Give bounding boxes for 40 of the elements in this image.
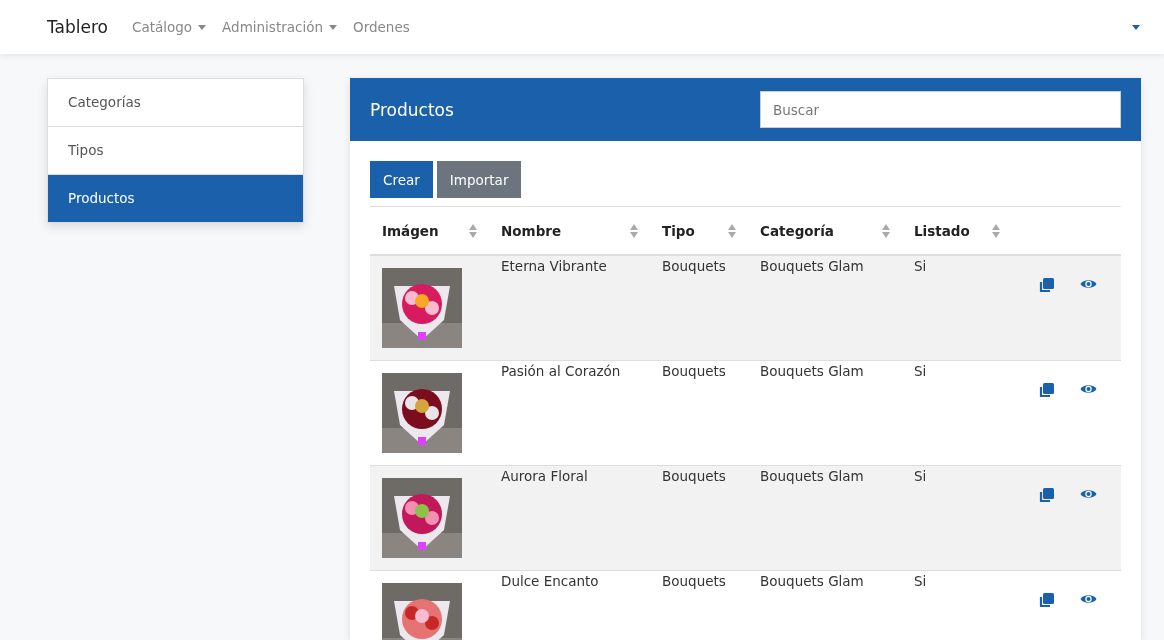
table-cell-text: Bouquets Glam [759,467,865,484]
column-header: Tipo [662,222,695,239]
eye-icon[interactable] [1080,383,1097,395]
create-button[interactable]: Crear [370,161,433,198]
table-cell-text: Bouquets Glam [759,572,865,589]
table-cell-text: Si [913,572,928,589]
column-header: Categoría [760,222,834,239]
column-header: Imágen [382,222,439,239]
nav-link[interactable]: Catálogo [132,19,207,35]
table-cell-text: Aurora Floral [500,467,589,484]
table-cell-text: Bouquets [661,467,727,484]
brand-title[interactable]: Tablero [47,17,108,37]
table-cell-text: Si [913,257,928,274]
copy-icon[interactable] [1039,383,1054,398]
table-cell-text: Bouquets Glam [759,257,865,274]
table-cell-text: Si [913,467,928,484]
table-cell-text: Pasión al Corazón [500,362,622,379]
column-header: Listado [914,222,970,239]
copy-icon[interactable] [1039,593,1054,608]
table-cell-text: Bouquets [661,257,727,274]
import-button[interactable]: Importar [436,161,522,198]
table-cell-text: Si [913,362,928,379]
nav-link[interactable]: Administración [222,19,337,35]
table-cell-text: Bouquets Glam [759,362,865,379]
column-header: Nombre [501,222,562,239]
table-cell-text: Eterna Vibrante [500,257,608,274]
search-field[interactable]: Buscar [760,91,1121,128]
card-title: Productos [370,99,454,120]
copy-icon[interactable] [1039,488,1054,503]
sidebar-item[interactable]: Productos [48,174,303,222]
copy-icon[interactable] [1039,278,1054,293]
table-cell-text: Bouquets [661,572,727,589]
eye-icon[interactable] [1080,593,1097,605]
eye-icon[interactable] [1080,488,1097,500]
eye-icon[interactable] [1080,278,1097,290]
nav-link[interactable]: Ordenes [353,19,410,35]
table-cell-text: Bouquets [661,362,727,379]
table-cell-text: Dulce Encanto [500,572,600,589]
sidebar-item[interactable]: Categorías [48,79,303,126]
sidebar-item[interactable]: Tipos [48,126,303,174]
